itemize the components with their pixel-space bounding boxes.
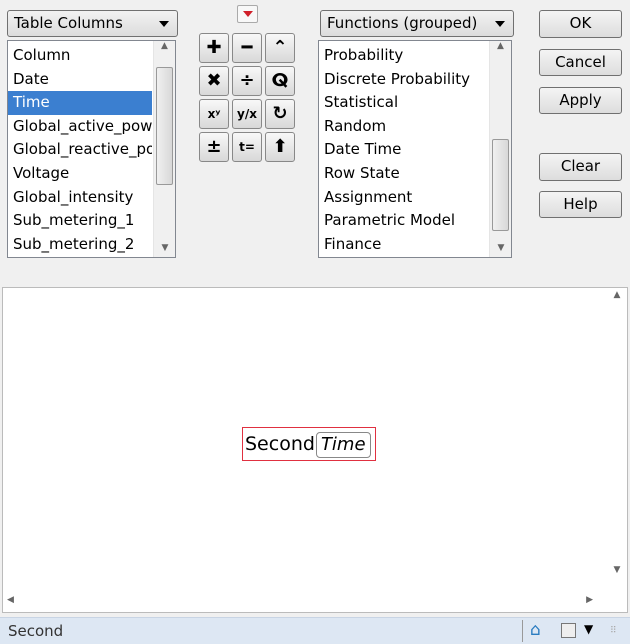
function-name: Second — [245, 433, 315, 455]
insert-menu-button[interactable] — [237, 5, 258, 23]
clear-button[interactable]: Clear — [539, 153, 622, 181]
function-group-item[interactable]: Date Time — [319, 138, 487, 162]
divide-button[interactable]: ÷ — [232, 66, 262, 96]
status-bar: Second ⌂ ▼ ⠿ — [0, 617, 630, 644]
minus-icon: ━ — [241, 37, 253, 58]
assign-icon: t= — [239, 140, 255, 154]
function-group-item[interactable]: Random — [319, 115, 487, 139]
triangle-down-icon[interactable]: ▼ — [584, 622, 593, 636]
triangle-down-icon — [242, 11, 253, 17]
editor-horizontal-scrollbar[interactable]: ◀ ▶ — [3, 592, 603, 610]
fraction-button[interactable]: y/x — [232, 99, 262, 129]
function-group-item[interactable]: Row State — [319, 162, 487, 186]
home-icon[interactable]: ⌂ — [530, 620, 541, 640]
column-item[interactable]: Time — [8, 91, 152, 115]
column-item[interactable]: Date — [8, 68, 152, 92]
function-group-item[interactable]: Discrete Probability — [319, 68, 487, 92]
caret-up-button[interactable]: ⌃ — [265, 33, 295, 63]
function-group-item[interactable]: Statistical — [319, 91, 487, 115]
resize-grip-icon[interactable]: ⠿ — [610, 626, 617, 636]
formula-expression[interactable]: Second Time — [242, 427, 376, 461]
scroll-left-icon[interactable]: ◀ — [7, 595, 14, 605]
divide-icon: ÷ — [239, 70, 255, 91]
chevron-down-icon — [495, 21, 505, 27]
up-arrow-button[interactable]: ⬆ — [265, 132, 295, 162]
root-button[interactable]: ⵕ — [265, 66, 295, 96]
fraction-icon: y/x — [237, 107, 257, 121]
function-argument[interactable]: Time — [315, 432, 371, 458]
function-group-item[interactable]: Finance — [319, 233, 487, 257]
column-item[interactable]: Voltage — [8, 162, 152, 186]
power-icon: xʸ — [207, 107, 221, 121]
formula-editor[interactable]: Second Time ▲ ▼ ◀ ▶ — [2, 287, 628, 613]
checkbox[interactable] — [561, 623, 576, 638]
power-button[interactable]: xʸ — [199, 99, 229, 129]
apply-button[interactable]: Apply — [539, 87, 622, 114]
scroll-down-icon[interactable]: ▼ — [490, 243, 512, 253]
refresh-icon: ↻ — [272, 103, 288, 124]
function-list[interactable]: Probability Discrete Probability Statistic… — [318, 40, 512, 258]
caret-up-icon: ⌃ — [272, 37, 288, 58]
column-item[interactable]: Global_intensity — [8, 186, 152, 210]
ok-button[interactable]: OK — [539, 10, 622, 38]
help-button[interactable]: Help — [539, 191, 622, 218]
functions-dropdown[interactable]: Functions (grouped) — [320, 10, 514, 37]
plus-icon: ✚ — [206, 37, 222, 58]
scroll-up-icon[interactable]: ▲ — [154, 41, 175, 51]
scroll-down-icon[interactable]: ▼ — [154, 243, 176, 253]
column-list-scrollbar[interactable]: ▲ ▼ — [153, 41, 175, 257]
column-item[interactable]: Sub_metering_2 — [8, 233, 152, 257]
dropdown-label: Functions (grouped) — [327, 14, 478, 32]
column-item[interactable]: Sub_metering_1 — [8, 209, 152, 233]
plus-minus-button[interactable]: ± — [199, 132, 229, 162]
multiply-button[interactable]: ✖ — [199, 66, 229, 96]
column-list[interactable]: ColumnDateTimeGlobal_active_powerGlobal_… — [7, 40, 176, 258]
function-group-item[interactable]: Probability — [319, 44, 487, 68]
plus-button[interactable]: ✚ — [199, 33, 229, 63]
refresh-button[interactable]: ↻ — [265, 99, 295, 129]
chevron-down-icon — [159, 21, 169, 27]
function-group-item[interactable]: Parametric Model — [319, 209, 487, 233]
column-item[interactable]: Global_reactive_power — [8, 138, 152, 162]
column-item[interactable]: Column — [8, 44, 152, 68]
assign-button[interactable]: t= — [232, 132, 262, 162]
column-item[interactable]: Global_active_power — [8, 115, 152, 139]
plus-minus-icon: ± — [206, 136, 222, 157]
scroll-right-icon[interactable]: ▶ — [586, 595, 593, 605]
cancel-button[interactable]: Cancel — [539, 49, 622, 76]
scroll-thumb[interactable] — [492, 139, 509, 231]
editor-vertical-scrollbar[interactable]: ▲ ▼ — [607, 288, 627, 593]
scroll-thumb[interactable] — [156, 67, 173, 185]
function-group-item[interactable]: Assignment — [319, 186, 487, 210]
multiply-icon: ✖ — [206, 70, 222, 91]
status-text: Second — [8, 622, 64, 640]
function-list-scrollbar[interactable]: ▲ ▼ — [489, 41, 511, 257]
root-icon: ⵕ — [271, 70, 289, 91]
minus-button[interactable]: ━ — [232, 33, 262, 63]
dropdown-label: Table Columns — [14, 14, 123, 32]
table-columns-dropdown[interactable]: Table Columns — [7, 10, 178, 37]
scroll-up-icon[interactable]: ▲ — [490, 41, 511, 51]
scroll-down-icon[interactable]: ▼ — [607, 565, 627, 575]
up-arrow-icon: ⬆ — [272, 136, 288, 157]
